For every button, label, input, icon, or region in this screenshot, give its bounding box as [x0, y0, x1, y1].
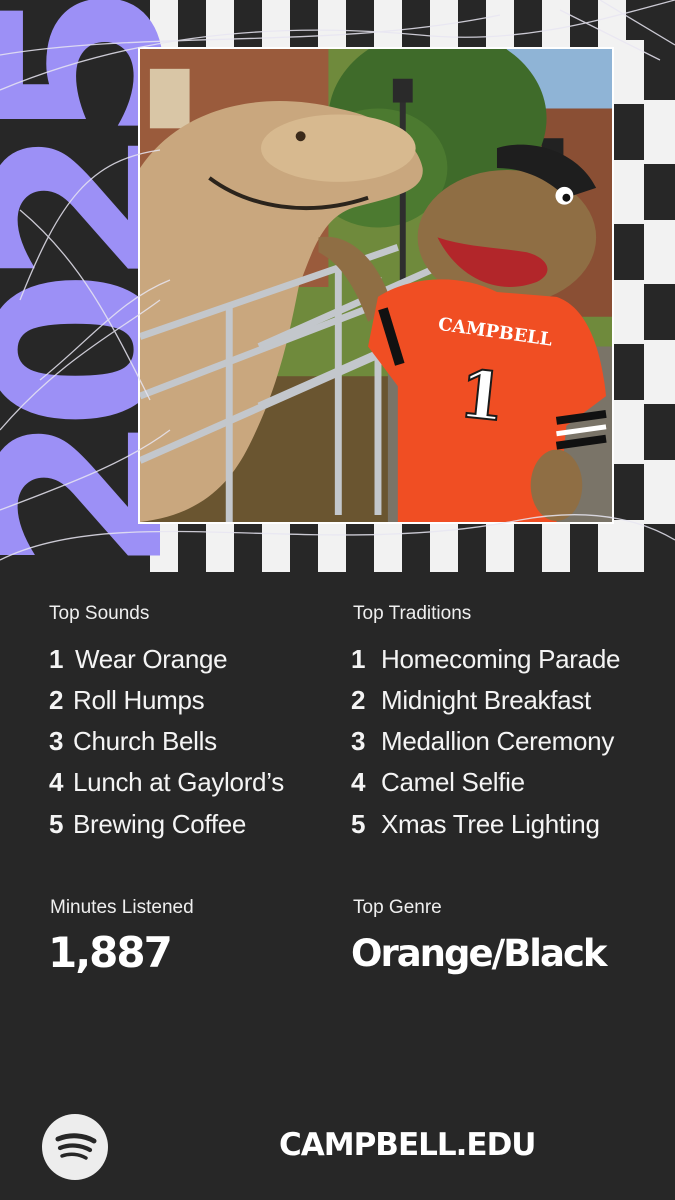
top-sounds-item: 3 Church Bells [49, 726, 217, 757]
rank-number: 1 [351, 644, 366, 674]
stripe [234, 0, 262, 50]
item-label: Medallion Ceremony [381, 726, 615, 756]
stripe [346, 524, 374, 572]
stripe [374, 0, 402, 50]
year-graphic: 2025 [0, 0, 215, 572]
rank-number: 5 [351, 809, 366, 839]
header-graphic: 2025 CAMPBELL 1 [0, 0, 675, 572]
top-sounds-item: 5 Brewing Coffee [49, 809, 246, 840]
item-label: Xmas Tree Lighting [381, 809, 600, 839]
top-sounds-item: 4 Lunch at Gaylord’s [49, 767, 284, 798]
top-traditions-item: 5 Xmas Tree Lighting [351, 809, 600, 840]
stripe [262, 0, 290, 50]
top-traditions-item: 4 Camel Selfie [351, 767, 525, 798]
checker-cell [612, 160, 644, 224]
checker-cell [644, 220, 675, 284]
rank-number: 3 [49, 726, 64, 756]
stripe [318, 524, 346, 572]
stripe [486, 0, 514, 50]
rank-number: 2 [351, 685, 366, 715]
stripe [458, 0, 486, 50]
stripe [430, 524, 458, 572]
rank-number: 5 [49, 809, 64, 839]
stripe [430, 0, 458, 50]
stripe-band-bottom [150, 524, 626, 572]
item-label: Camel Selfie [381, 767, 525, 797]
stripe [570, 0, 598, 50]
checker-cell [644, 100, 675, 164]
stripe [542, 524, 570, 572]
minutes-listened-label: Minutes Listened [50, 897, 194, 918]
top-genre-value: Orange/Black [351, 932, 607, 975]
stripe [402, 524, 430, 572]
stripe-band-top [150, 0, 626, 50]
top-genre-label: Top Genre [353, 897, 442, 918]
checker-pattern [612, 40, 675, 572]
top-sounds-item: 1 Wear Orange [49, 644, 228, 675]
jersey-number: 1 [456, 356, 509, 436]
top-traditions-item: 2 Midnight Breakfast [351, 685, 591, 716]
minutes-listened-value: 1,887 [48, 928, 173, 977]
stripe [262, 524, 290, 572]
top-sounds-heading: Top Sounds [49, 603, 150, 624]
stripe [346, 0, 374, 50]
stripe [290, 0, 318, 50]
stripe [570, 524, 598, 572]
stripe [290, 524, 318, 572]
top-traditions-heading: Top Traditions [353, 603, 472, 624]
item-label: Roll Humps [73, 685, 205, 715]
mascot-photo: CAMPBELL 1 [138, 47, 614, 524]
stripe [318, 0, 346, 50]
site-url: CAMPBELL.EDU [279, 1127, 536, 1163]
top-sounds-item: 2 Roll Humps [49, 685, 205, 716]
rank-number: 4 [49, 767, 64, 797]
stripe [374, 524, 402, 572]
stripe [542, 0, 570, 50]
checker-cell [612, 520, 644, 572]
stripe [514, 0, 542, 50]
rank-number: 4 [351, 767, 366, 797]
wrapped-card: 2025 CAMPBELL 1 Top Sounds 1 Wear Orange… [0, 0, 675, 1200]
rank-number: 3 [351, 726, 366, 756]
checker-cell [612, 280, 644, 344]
rank-number: 1 [49, 644, 64, 674]
stripe [234, 524, 262, 572]
item-label: Midnight Breakfast [381, 685, 591, 715]
stripe [458, 524, 486, 572]
stripe [514, 524, 542, 572]
spotify-icon [42, 1114, 108, 1180]
item-label: Homecoming Parade [381, 644, 621, 674]
rank-number: 2 [49, 685, 64, 715]
checker-cell [644, 460, 675, 524]
checker-cell [644, 340, 675, 404]
stripe [402, 0, 430, 50]
top-traditions-item: 3 Medallion Ceremony [351, 726, 614, 757]
checker-cell [612, 400, 644, 464]
item-label: Wear Orange [75, 644, 228, 674]
item-label: Church Bells [73, 726, 217, 756]
checker-cell [612, 40, 644, 104]
item-label: Brewing Coffee [73, 809, 247, 839]
top-traditions-item: 1 Homecoming Parade [351, 644, 620, 675]
stripe [486, 524, 514, 572]
item-label: Lunch at Gaylord’s [73, 767, 284, 797]
